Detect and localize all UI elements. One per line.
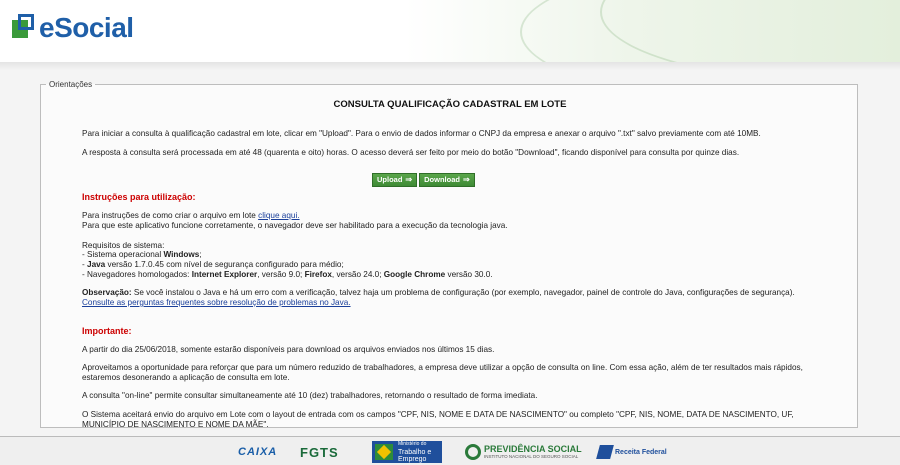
requirement-browsers: - Navegadores homologados: Internet Expl… bbox=[82, 270, 493, 280]
orientacoes-panel: Orientações CONSULTA QUALIFICAÇÃO CADAST… bbox=[40, 80, 858, 429]
requirement-java: - Java versão 1.7.0.45 com nível de segu… bbox=[82, 260, 344, 270]
trabalho-text: Ministério do Trabalho e Emprego bbox=[398, 440, 431, 464]
req-text: - Sistema operacional bbox=[82, 250, 164, 259]
important-text-3: A consulta "on-line" permite consultar s… bbox=[82, 391, 538, 400]
fgts-text: FGTS bbox=[300, 444, 339, 460]
arrow-icon: ⇒ bbox=[405, 175, 413, 184]
previdencia-text: PREVIDÊNCIA SOCIAL bbox=[484, 443, 582, 454]
caixa-text: CAIXA bbox=[238, 446, 278, 458]
esocial-logo[interactable]: eSocial bbox=[12, 12, 134, 44]
observation-text: Se você instalou o Java e há um erro com… bbox=[131, 288, 795, 297]
req-browser-firefox: Firefox bbox=[304, 270, 332, 279]
req-text: versão 30.0. bbox=[445, 270, 493, 279]
intro-text-1: Para iniciar a consulta à qualificação c… bbox=[82, 129, 761, 138]
receita-federal-logo[interactable]: Receita Federal bbox=[596, 441, 667, 463]
action-buttons: Upload ⇒ Download ⇒ bbox=[372, 173, 477, 187]
create-file-instructions-link[interactable]: clique aqui. bbox=[258, 211, 299, 220]
req-text: ; bbox=[199, 250, 202, 259]
observation-link-line: Consulte as perguntas frequentes sobre r… bbox=[82, 298, 351, 308]
important-heading: Importante: bbox=[82, 326, 132, 336]
requirement-os: - Sistema operacional Windows; bbox=[82, 250, 202, 260]
arrow-icon: ⇒ bbox=[462, 175, 470, 184]
header-decoration bbox=[600, 0, 900, 62]
instructions-text: Para instruções de como criar o arquivo … bbox=[82, 211, 259, 220]
panel-legend: Orientações bbox=[49, 80, 93, 89]
java-faq-link[interactable]: Consulte as perguntas frequentes sobre r… bbox=[82, 298, 351, 307]
esocial-logo-icon bbox=[12, 14, 36, 42]
receita-text: Receita Federal bbox=[615, 448, 667, 456]
previdencia-icon bbox=[465, 444, 481, 460]
trabalho-line-3: Emprego bbox=[398, 456, 427, 464]
header: eSocial bbox=[0, 0, 900, 62]
download-label: Download bbox=[424, 175, 460, 184]
trabalho-line-1: Ministério do bbox=[398, 441, 427, 448]
req-text: , versão 24.0; bbox=[331, 270, 384, 279]
observation-label: Observação: bbox=[82, 288, 132, 297]
previdencia-subtext: INSTITUTO NACIONAL DO SEGURO SOCIAL bbox=[484, 453, 579, 459]
intro-text-2: A resposta à consulta será processada em… bbox=[82, 148, 740, 157]
important-text-1: A partir do dia 25/06/2018, somente esta… bbox=[82, 345, 495, 354]
trabalho-emprego-logo[interactable]: Ministério do Trabalho e Emprego bbox=[372, 441, 442, 463]
footer: CAIXA FGTS Ministério do Trabalho e Empr… bbox=[0, 437, 900, 465]
receita-federal-icon bbox=[596, 445, 614, 459]
req-text: versão 1.7.0.45 com nível de segurança c… bbox=[105, 260, 344, 269]
logo-text: eSocial bbox=[39, 12, 134, 43]
brazil-flag-icon bbox=[375, 444, 393, 460]
important-text-4: O Sistema aceitará envio do arquivo em L… bbox=[82, 410, 794, 429]
header-band bbox=[0, 62, 900, 70]
upload-button[interactable]: Upload ⇒ bbox=[372, 173, 418, 187]
instructions-line-1: Para instruções de como criar o arquivo … bbox=[82, 211, 822, 221]
instructions-heading: Instruções para utilização: bbox=[82, 192, 196, 202]
req-text: - Navegadores homologados: bbox=[82, 270, 192, 279]
req-os-name: Windows bbox=[163, 250, 200, 259]
req-java-name: Java bbox=[87, 260, 106, 269]
req-text: , versão 9.0; bbox=[257, 270, 305, 279]
important-text-2: Aproveitamos a oportunidade para reforça… bbox=[82, 363, 803, 382]
instructions-line-2: Para que este aplicativo funcione corret… bbox=[82, 221, 508, 230]
req-browser-ie: Internet Explorer bbox=[191, 270, 258, 279]
download-button[interactable]: Download ⇒ bbox=[419, 173, 475, 187]
page-title: CONSULTA QUALIFICAÇÃO CADASTRAL EM LOTE bbox=[333, 99, 567, 110]
trabalho-line-2: Trabalho e bbox=[398, 448, 432, 456]
observation: Observação: Se você instalou o Java e há… bbox=[82, 288, 827, 298]
req-browser-chrome: Google Chrome bbox=[383, 270, 446, 279]
fgts-logo[interactable]: FGTS bbox=[300, 441, 339, 463]
upload-label: Upload bbox=[377, 175, 403, 184]
caixa-logo[interactable]: CAIXA bbox=[238, 441, 277, 463]
previdencia-logo[interactable]: PREVIDÊNCIA SOCIAL INSTITUTO NACIONAL DO… bbox=[465, 441, 582, 463]
